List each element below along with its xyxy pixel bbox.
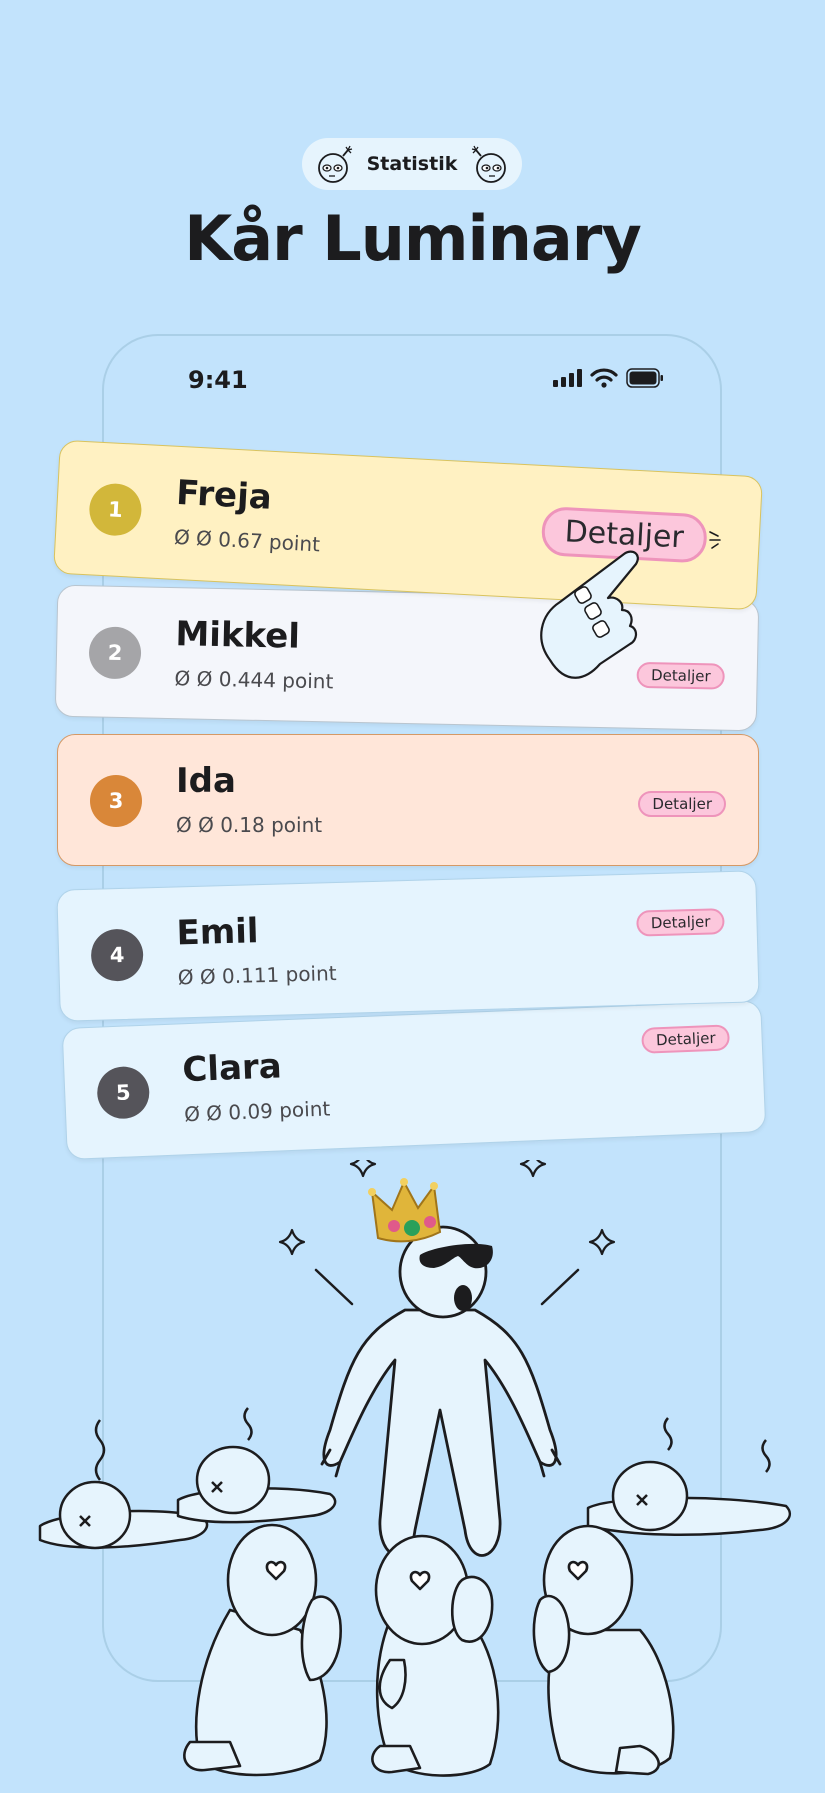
player-score: Ø Ø 0.444 point — [174, 666, 334, 694]
player-score: Ø Ø 0.18 point — [176, 813, 323, 837]
page-title: Kår Luminary — [184, 202, 642, 275]
sparkle-lines-icon — [709, 531, 721, 549]
rank-badge: 3 — [90, 775, 142, 827]
rank-badge: 2 — [88, 626, 142, 680]
status-time: 9:41 — [188, 366, 248, 394]
player-name: Clara — [181, 1046, 283, 1091]
rank-badge: 5 — [96, 1065, 151, 1120]
details-button[interactable]: Detaljer — [641, 1024, 731, 1054]
battery-icon — [626, 368, 663, 388]
admirer-figure — [183, 1523, 342, 1777]
leaderboard-card-5[interactable]: 5 Clara Ø Ø 0.09 point Detaljer — [61, 1000, 767, 1160]
admirer-figure — [532, 1524, 675, 1776]
player-name: Mikkel — [175, 614, 301, 657]
pill-label: Statistik — [366, 153, 458, 175]
player-score: Ø Ø 0.67 point — [173, 524, 321, 557]
player-name: Emil — [176, 911, 260, 954]
leaderboard-card-3[interactable]: 3 Ida Ø Ø 0.18 point Detaljer — [57, 734, 759, 866]
details-button[interactable]: Detaljer — [638, 791, 726, 817]
details-button[interactable]: Detaljer — [636, 908, 725, 937]
celebration-illustration — [38, 1160, 792, 1777]
bomb-face-icon — [317, 145, 352, 183]
bomb-face-icon — [472, 145, 507, 183]
player-score: Ø Ø 0.09 point — [183, 1096, 331, 1127]
knocked-out-figure — [38, 1419, 209, 1550]
signal-icon — [553, 369, 582, 387]
admirer-figure — [371, 1534, 500, 1777]
player-name: Ida — [176, 761, 236, 801]
leaderboard-card-4[interactable]: 4 Emil Ø Ø 0.111 point Detaljer — [56, 870, 760, 1022]
pointing-hand-icon — [540, 550, 639, 679]
rank-badge: 1 — [88, 482, 143, 537]
crown-icon — [368, 1178, 442, 1243]
player-name: Freja — [175, 472, 273, 518]
player-score: Ø Ø 0.111 point — [177, 961, 337, 990]
leaderboard-card-2[interactable]: 2 Mikkel Ø Ø 0.444 point Detaljer — [54, 584, 760, 732]
knocked-out-figure — [176, 1407, 337, 1524]
winner-figure — [320, 1225, 562, 1557]
wifi-icon — [590, 368, 618, 388]
statistics-pill[interactable]: Statistik — [302, 138, 522, 190]
knocked-out-figure — [586, 1417, 792, 1536]
rank-badge: 4 — [90, 928, 144, 982]
details-button[interactable]: Detaljer — [636, 661, 725, 690]
status-icons — [552, 368, 664, 388]
